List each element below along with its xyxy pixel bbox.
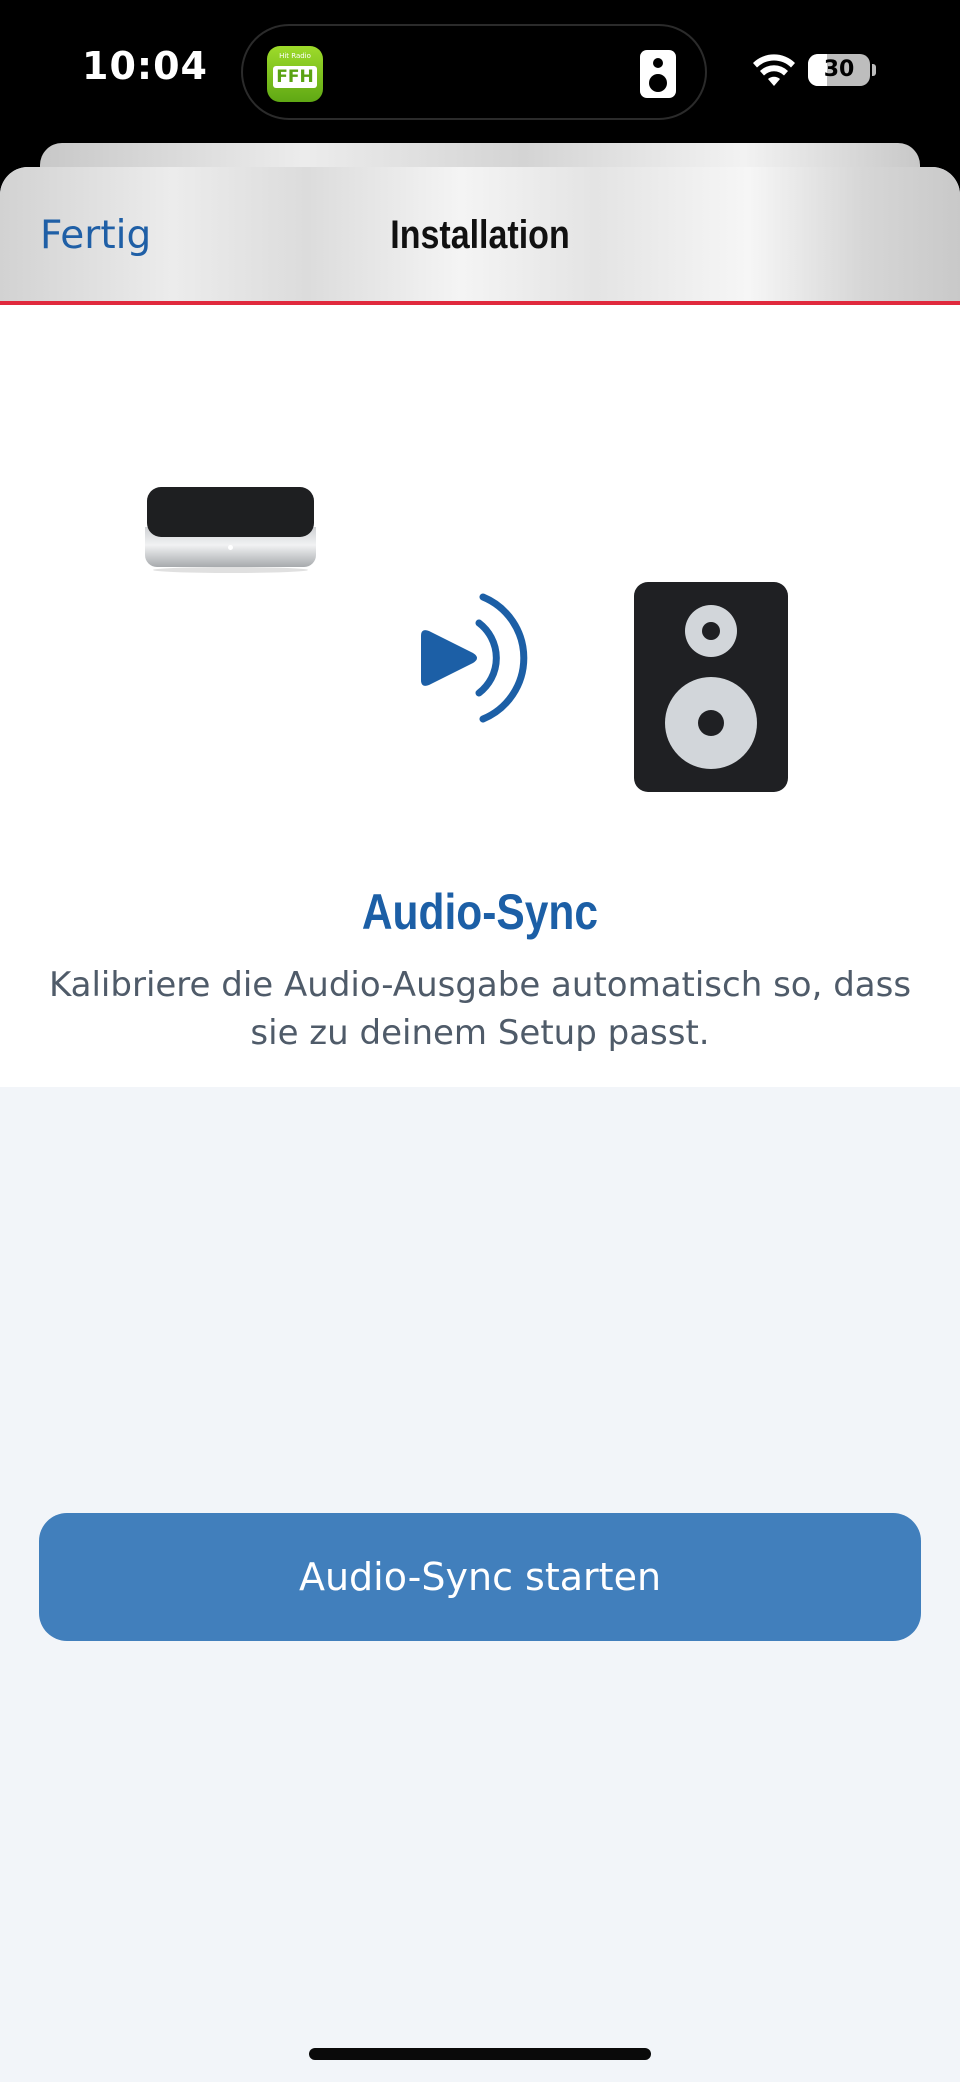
home-indicator[interactable] [309,2048,651,2060]
set-top-box-icon [143,487,318,577]
status-time: 10:04 [82,44,208,88]
battery-icon: 30 [808,54,870,86]
ffh-app-icon[interactable]: Hit Radio FFH [267,46,323,102]
app-icon-text: FFH [273,66,317,88]
navigation-bar: Fertig Installation [0,167,960,304]
dynamic-island[interactable]: Hit Radio FFH [241,24,707,120]
app-icon-small-text: Hit Radio [279,52,311,60]
feature-title: Audio-Sync [361,884,599,940]
page-title: Installation [390,213,570,257]
modal-sheet: Fertig Installation Audio-Sync Kalibrier… [0,167,960,2082]
done-button[interactable]: Fertig [40,213,151,258]
sound-wave-icon [421,593,528,723]
feature-description: Kalibriere die Audio-Ausgabe automatisch… [48,965,912,1053]
status-bar: 10:04 Hit Radio FFH 30 [0,0,960,140]
battery-level: 30 [823,57,855,82]
screen: 10:04 Hit Radio FFH 30 Fertig Installati… [0,0,960,2082]
battery-nub [872,64,876,76]
feature-card: Audio-Sync Kalibriere die Audio-Ausgabe … [0,305,960,1087]
start-audio-sync-button[interactable]: Audio-Sync starten [39,1513,921,1641]
speaker-icon [640,50,676,98]
speaker-icon [634,582,788,792]
wifi-icon [753,54,795,86]
